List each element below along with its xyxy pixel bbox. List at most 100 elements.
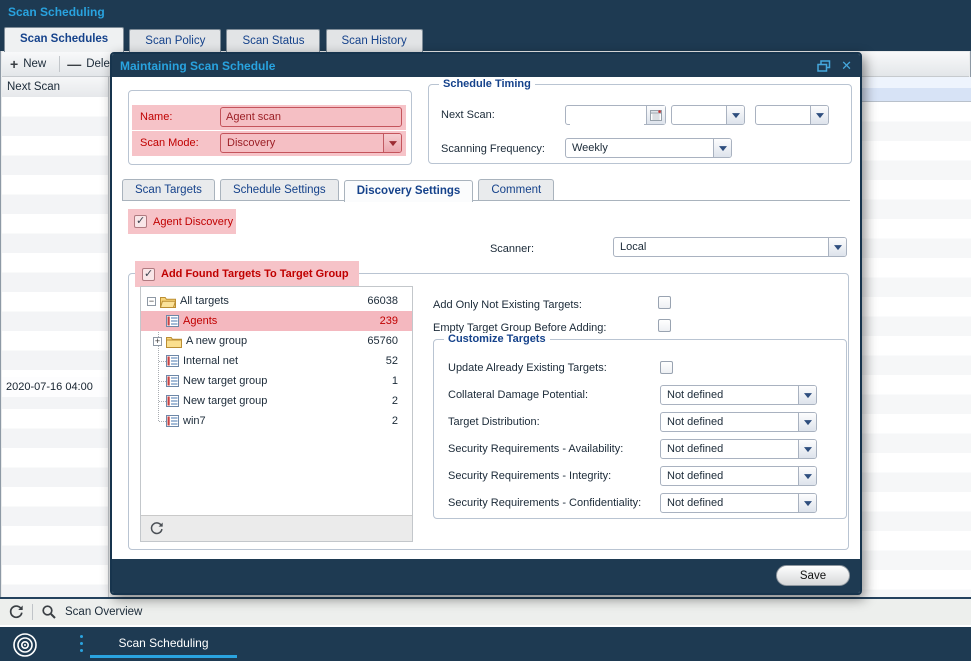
plus-icon: + [10, 57, 18, 71]
dialog-titlebar[interactable]: Maintaining Scan Schedule ✕ [112, 54, 860, 77]
add-found-targets-label: Add Found Targets To Target Group [161, 268, 349, 280]
next-scan-date-input[interactable] [570, 107, 644, 125]
tree-item-new-target-group-1[interactable]: New target group 1 [141, 371, 412, 391]
scan-overview-button[interactable]: Scan Overview [65, 606, 142, 618]
name-fieldset: Name: Scan Mode: Discovery [128, 90, 412, 165]
chevron-down-icon[interactable] [798, 494, 816, 512]
table-header-strip [860, 77, 971, 88]
table-rows-strip [860, 102, 971, 597]
window-titlebar: Scan Scheduling [0, 0, 971, 24]
update-existing-checkbox[interactable] [660, 361, 673, 374]
new-button-label: New [23, 58, 46, 70]
status-bar: Scan Overview [0, 597, 971, 625]
refresh-icon[interactable] [149, 521, 164, 536]
chevron-down-icon[interactable] [810, 106, 828, 124]
chevron-down-icon[interactable] [383, 134, 401, 152]
scan-mode-label: Scan Mode: [140, 131, 199, 156]
chevron-down-icon[interactable] [798, 440, 816, 458]
dialog-tab-bar: Scan Targets Schedule Settings Discovery… [122, 178, 850, 201]
new-button[interactable]: + New [10, 57, 46, 71]
next-scan-date-field[interactable] [565, 105, 666, 125]
agent-discovery-option: Agent Discovery [128, 209, 236, 234]
chevron-down-icon[interactable] [798, 413, 816, 431]
tree-item-all-targets[interactable]: − All targets 66038 [141, 291, 412, 311]
folder-open-icon [160, 295, 176, 308]
taskbar: Scan Scheduling [0, 625, 971, 661]
chevron-down-icon[interactable] [828, 238, 846, 256]
tab-scan-status[interactable]: Scan Status [226, 29, 320, 52]
search-icon[interactable] [41, 604, 57, 620]
dialog-title: Maintaining Scan Schedule [120, 59, 275, 73]
tab-comment[interactable]: Comment [478, 179, 554, 200]
target-group-tree: − All targets 66038 Age [140, 286, 413, 542]
tree-item-a-new-group[interactable]: + A new group 65760 [141, 331, 412, 351]
schedule-row-date[interactable]: 2020-07-16 04:00 [2, 377, 108, 397]
restore-icon[interactable] [817, 60, 831, 72]
schedule-list-panel: Next Scan 2020-07-16 04:00 [2, 77, 109, 597]
minus-icon: — [67, 57, 81, 71]
calendar-icon[interactable] [646, 106, 665, 124]
tab-scan-policy[interactable]: Scan Policy [129, 29, 221, 52]
chevron-down-icon[interactable] [798, 386, 816, 404]
add-only-not-existing-label: Add Only Not Existing Targets: [433, 295, 582, 315]
next-scan-minute-select[interactable] [755, 105, 829, 125]
update-existing-label: Update Already Existing Targets: [448, 358, 607, 378]
tab-scan-targets[interactable]: Scan Targets [122, 179, 215, 200]
security-confidentiality-select[interactable]: Not defined [660, 493, 817, 513]
taskbar-tab-scan-scheduling[interactable]: Scan Scheduling [90, 631, 237, 658]
taskbar-dots-icon [80, 635, 83, 652]
chevron-down-icon[interactable] [713, 139, 731, 157]
empty-target-group-checkbox[interactable] [658, 319, 671, 332]
delete-button-label: Dele [86, 58, 110, 70]
folder-closed-icon [166, 335, 182, 348]
chevron-down-icon[interactable] [726, 106, 744, 124]
collapse-icon[interactable]: − [147, 297, 156, 306]
main-tab-bar: Scan Schedules Scan Policy Scan Status S… [0, 24, 971, 51]
agent-discovery-checkbox[interactable] [134, 215, 147, 228]
scanning-frequency-select[interactable]: Weekly [565, 138, 732, 158]
collateral-damage-select[interactable]: Not defined [660, 385, 817, 405]
bullseye-icon[interactable] [12, 632, 38, 661]
scanner-select[interactable]: Local [613, 237, 847, 257]
tree-item-new-target-group-2[interactable]: New target group 2 [141, 391, 412, 411]
chevron-down-icon[interactable] [798, 467, 816, 485]
add-only-not-existing-checkbox[interactable] [658, 296, 671, 309]
tree-item-win7[interactable]: win7 2 [141, 411, 412, 431]
tree-item-internal-net[interactable]: Internal net 52 [141, 351, 412, 371]
selected-row-strip [860, 88, 971, 102]
delete-button[interactable]: — Dele [67, 57, 110, 71]
save-button[interactable]: Save [776, 565, 850, 586]
expand-icon[interactable]: + [153, 337, 162, 346]
target-group-icon [166, 315, 179, 327]
statusbar-divider [32, 604, 33, 620]
schedule-timing-fieldset: Schedule Timing Next Scan: Scanning Freq [428, 84, 852, 164]
tree-footer-bar [141, 515, 412, 541]
target-distribution-select[interactable]: Not defined [660, 412, 817, 432]
tab-schedule-settings[interactable]: Schedule Settings [220, 179, 339, 200]
column-header-next-scan[interactable]: Next Scan [2, 77, 108, 98]
scan-mode-row-highlight: Scan Mode: Discovery [132, 131, 406, 156]
refresh-icon[interactable] [8, 604, 24, 620]
tab-discovery-settings[interactable]: Discovery Settings [344, 180, 474, 202]
schedule-list-rows[interactable]: 2020-07-16 04:00 [2, 97, 108, 597]
security-integrity-label: Security Requirements - Integrity: [448, 466, 611, 486]
security-availability-select[interactable]: Not defined [660, 439, 817, 459]
scanning-frequency-label: Scanning Frequency: [441, 139, 545, 159]
close-icon[interactable]: ✕ [841, 59, 852, 72]
toolbar-divider [59, 56, 60, 72]
tab-scan-schedules[interactable]: Scan Schedules [4, 27, 124, 52]
target-distribution-label: Target Distribution: [448, 412, 540, 432]
target-group-fieldset: Add Found Targets To Target Group − All … [128, 273, 849, 550]
tree-item-agents[interactable]: Agents 239 [141, 311, 412, 331]
security-availability-label: Security Requirements - Availability: [448, 439, 623, 459]
window-title: Scan Scheduling [8, 5, 105, 19]
target-group-icon [166, 355, 179, 367]
tab-scan-history[interactable]: Scan History [326, 29, 423, 52]
next-scan-hour-select[interactable] [671, 105, 745, 125]
target-group-icon [166, 395, 179, 407]
collateral-damage-label: Collateral Damage Potential: [448, 385, 588, 405]
name-input[interactable] [220, 107, 402, 127]
add-found-targets-checkbox[interactable] [142, 268, 155, 281]
scan-mode-select[interactable]: Discovery [220, 133, 402, 153]
security-integrity-select[interactable]: Not defined [660, 466, 817, 486]
